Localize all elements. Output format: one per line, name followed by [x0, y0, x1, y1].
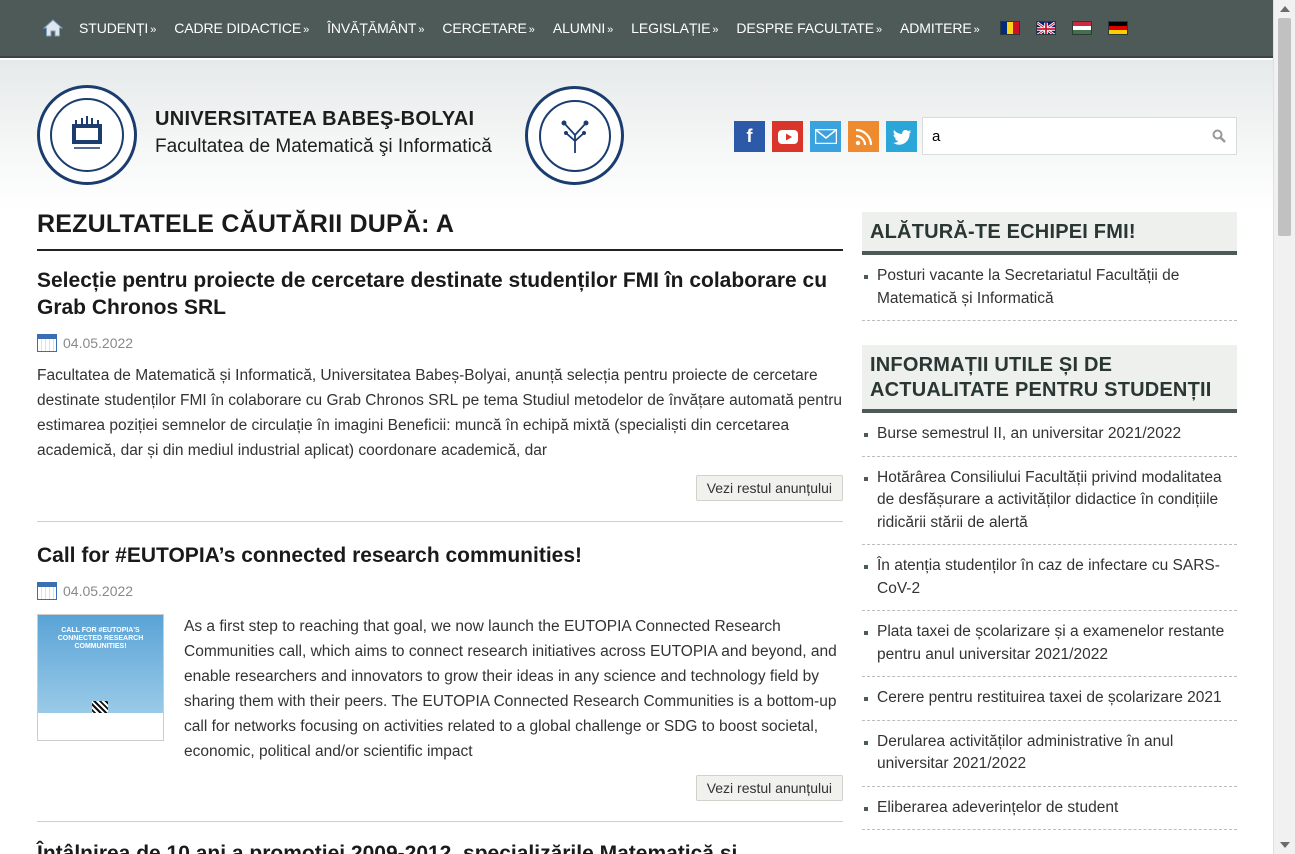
nav-item-invatamant[interactable]: ÎNVĂȚĂMÂNT» — [327, 20, 424, 36]
thumbnail-caption: CALL FOR #EUTOPIA'S CONNECTED RESEARCH C… — [57, 627, 144, 650]
search-results: REZULTATELE CĂUTĂRII DUPĂ: A Selecție pe… — [37, 210, 843, 854]
sidebar-list: Posturi vacante la Secretariatul Facultă… — [862, 255, 1237, 321]
scroll-down-icon[interactable] — [1280, 842, 1290, 848]
rss-icon[interactable] — [848, 121, 879, 152]
sidebar-link[interactable]: Posturi vacante la Secretariatul Facultă… — [862, 255, 1237, 321]
calendar-icon — [37, 582, 57, 600]
article-date-text: 04.05.2022 — [63, 583, 134, 599]
article-date: 04.05.2022 — [37, 582, 843, 600]
twitter-icon[interactable] — [886, 121, 917, 152]
site-header: UNIVERSITATEA BABEŞ-BOLYAI Facultatea de… — [0, 60, 1273, 210]
search-icon[interactable] — [1212, 129, 1226, 143]
sidebar-link[interactable]: Eliberarea adeverințelor de student — [862, 787, 1237, 830]
faculty-name[interactable]: Facultatea de Matematică şi Informatică — [155, 136, 492, 158]
sidebar-link[interactable]: Cerere pentru restituirea taxei de școla… — [862, 677, 1237, 721]
search-input[interactable] — [923, 118, 1203, 154]
nav-item-admitere[interactable]: ADMITERE» — [900, 20, 980, 36]
article-excerpt: Facultatea de Matematică și Informatică,… — [37, 367, 843, 459]
nav-item-studenti[interactable]: STUDENȚI» — [79, 20, 156, 36]
article-date-text: 04.05.2022 — [63, 335, 134, 351]
university-name[interactable]: UNIVERSITATEA BABEŞ-BOLYAI — [155, 108, 474, 131]
top-navigation: STUDENȚI» CADRE DIDACTICE» ÎNVĂȚĂMÂNT» C… — [0, 0, 1273, 58]
sidebar-link[interactable]: În atenția studenților în caz de infecta… — [862, 545, 1237, 611]
nav-item-despre-facultate[interactable]: DESPRE FACULTATE» — [736, 20, 882, 36]
ubb-seal-logo[interactable] — [37, 85, 137, 185]
nav-item-alumni[interactable]: ALUMNI» — [553, 20, 613, 36]
social-links: f — [734, 121, 917, 152]
article-title-link[interactable]: Întâlnirea de 10 ani a promoției 2009-20… — [37, 840, 843, 854]
nav-item-legislatie[interactable]: LEGISLAȚIE» — [631, 20, 718, 36]
sidebar-list: Burse semestrul II, an universitar 2021/… — [862, 413, 1237, 830]
read-more-button[interactable]: Vezi restul anunțului — [695, 475, 843, 501]
fmi-seal-logo[interactable] — [525, 86, 624, 185]
sidebar-section-title: ALĂTURĂ-TE ECHIPEI FMI! — [862, 212, 1237, 255]
read-more-button[interactable]: Vezi restul anunțului — [695, 775, 843, 801]
page-title: REZULTATELE CĂUTĂRII DUPĂ: A — [37, 210, 843, 251]
uk-flag-icon[interactable] — [1035, 21, 1056, 35]
romania-flag-icon[interactable] — [999, 21, 1020, 35]
result-article: Selecție pentru proiecte de cercetare de… — [37, 267, 843, 522]
calendar-icon — [37, 334, 57, 352]
nav-item-cercetare[interactable]: CERCETARE» — [442, 20, 535, 36]
page-scrollbar[interactable] — [1273, 0, 1295, 854]
youtube-icon[interactable] — [772, 121, 803, 152]
nav-item-cadre-didactice[interactable]: CADRE DIDACTICE» — [174, 20, 309, 36]
article-date: 04.05.2022 — [37, 334, 843, 352]
sidebar-link[interactable]: Burse semestrul II, an universitar 2021/… — [862, 413, 1237, 457]
hungary-flag-icon[interactable] — [1071, 21, 1092, 35]
scroll-up-icon[interactable] — [1280, 6, 1290, 12]
sidebar-section-title: INFORMAȚII UTILE ȘI DE ACTUALITATE PENTR… — [862, 345, 1237, 413]
result-article: Call for #EUTOPIA’s connected research c… — [37, 542, 843, 822]
sidebar-link[interactable]: Plata taxei de școlarizare și a examenel… — [862, 611, 1237, 677]
search-box — [922, 117, 1237, 155]
home-icon[interactable] — [42, 17, 64, 39]
language-flags — [999, 21, 1128, 35]
article-excerpt: As a first step to reaching that goal, w… — [184, 618, 837, 760]
sidebar: ALĂTURĂ-TE ECHIPEI FMI! Posturi vacante … — [862, 212, 1237, 830]
sidebar-link[interactable]: Hotărârea Consiliului Facultății privind… — [862, 457, 1237, 545]
result-article: Întâlnirea de 10 ani a promoției 2009-20… — [37, 840, 843, 854]
scroll-thumb[interactable] — [1278, 18, 1291, 236]
article-title-link[interactable]: Call for #EUTOPIA’s connected research c… — [37, 542, 843, 569]
article-thumbnail[interactable]: CALL FOR #EUTOPIA'S CONNECTED RESEARCH C… — [37, 614, 164, 741]
sidebar-link[interactable]: Derularea activităților administrative î… — [862, 721, 1237, 787]
email-icon[interactable] — [810, 121, 841, 152]
article-title-link[interactable]: Selecție pentru proiecte de cercetare de… — [37, 267, 843, 321]
facebook-icon[interactable]: f — [734, 121, 765, 152]
germany-flag-icon[interactable] — [1107, 21, 1128, 35]
